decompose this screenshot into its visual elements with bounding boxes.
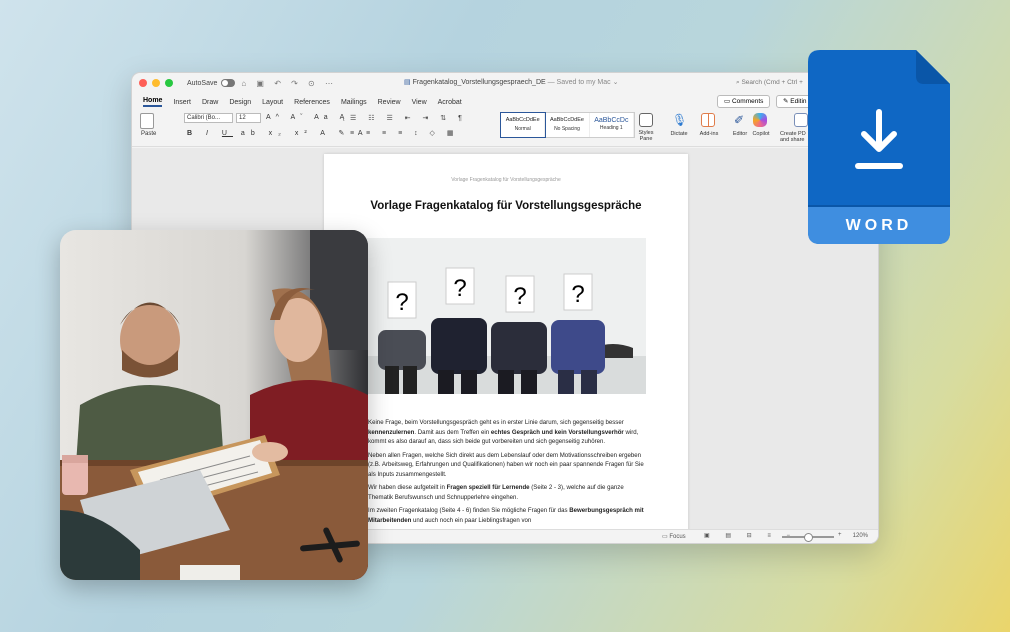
- comment-icon: ▭: [724, 98, 731, 105]
- zoom-level[interactable]: 120%: [853, 533, 868, 539]
- question-mark-people-image: ? ? ? ?: [363, 238, 646, 394]
- document-title[interactable]: ▤ Fragenkatalog_Vorstellungsgespraech_DE…: [404, 78, 618, 86]
- add-ins-label: Add-ins: [699, 131, 719, 137]
- focus-button[interactable]: ▭ Focus: [662, 533, 686, 540]
- bold-run: Fragen speziell für Lernende: [446, 484, 530, 491]
- style-name: Normal: [514, 126, 531, 132]
- create-pdf-icon[interactable]: [794, 113, 808, 127]
- text-run: und auch noch ein paar Lieblingsfragen v…: [411, 516, 532, 524]
- paste-label: Paste: [141, 131, 157, 137]
- text-run: Keine Frage, beim Vorstellungsgespräch g…: [368, 419, 624, 426]
- document-page[interactable]: Vorlage Fragenkatalog für Vorstellungsge…: [324, 154, 688, 543]
- tab-mailings[interactable]: Mailings: [341, 99, 367, 106]
- svg-text:?: ?: [571, 281, 584, 308]
- autosave-toggle[interactable]: [221, 79, 236, 87]
- styles-pane-label: Styles Pane: [638, 130, 654, 142]
- tab-draw[interactable]: Draw: [202, 99, 218, 106]
- document-body: Keine Frage, beim Vorstellungsgespräch g…: [368, 418, 648, 529]
- svg-text:?: ?: [513, 283, 526, 310]
- copilot-label: Copilot: [752, 131, 770, 137]
- font-size-buttons[interactable]: A^ Aˇ Aa Ą: [266, 114, 349, 121]
- tab-home[interactable]: Home: [143, 97, 163, 107]
- copilot-icon[interactable]: [753, 113, 767, 127]
- interview-photo: [60, 230, 368, 580]
- ribbon: Paste Calibri (Bo... 12 A^ Aˇ Aa Ą B I U…: [132, 109, 878, 147]
- style-name: No Spacing: [554, 126, 580, 132]
- focus-label: Focus: [669, 534, 686, 540]
- doc-title-text: Fragenkatalog_Vorstellungsgespraech_DE: [412, 79, 546, 86]
- close-button[interactable]: [139, 79, 147, 87]
- paste-icon[interactable]: [140, 113, 154, 129]
- svg-text:?: ?: [395, 289, 408, 316]
- style-name: Heading 1: [599, 125, 623, 131]
- tab-layout[interactable]: Layout: [262, 99, 283, 106]
- document-title-heading: Vorlage Fragenkatalog für Vorstellungsge…: [370, 200, 642, 212]
- style-no-spacing[interactable]: AaBbCcDdEe No Spacing: [545, 113, 590, 137]
- paragraph-4: Im zweiten Fragenkatalog (Seite 4 - 6) f…: [368, 506, 648, 525]
- text-run: Im zweiten Fragenkatalog (Seite 4 - 6) f…: [368, 507, 570, 514]
- tab-acrobat[interactable]: Acrobat: [438, 99, 462, 106]
- comments-button[interactable]: ▭ Comments: [717, 95, 771, 108]
- text-run: . Damit aus dem Treffen ein: [414, 428, 491, 436]
- style-preview: AaBbCcDdEe: [550, 117, 584, 123]
- font-size-select[interactable]: 12: [236, 113, 261, 123]
- dictate-label: Dictate: [670, 131, 688, 137]
- paragraph-2: Neben allen Fragen, welche Sich direkt a…: [368, 451, 644, 478]
- zoom-in-icon[interactable]: +: [838, 532, 842, 538]
- bold-run: echtes Gespräch und kein Vorstellungsver…: [490, 428, 624, 436]
- tab-insert[interactable]: Insert: [173, 99, 191, 106]
- style-heading-1[interactable]: AaBbCcDc Heading 1: [590, 113, 634, 137]
- styles-gallery: AaBbCcDdEe Normal AaBbCcDdEe No Spacing …: [499, 112, 635, 138]
- format-buttons[interactable]: B I U ab x₂ x² A ✎ A: [187, 129, 369, 137]
- add-ins-icon[interactable]: [701, 113, 715, 127]
- autosave-label: AutoSave: [187, 79, 218, 87]
- style-normal[interactable]: AaBbCcDdEe Normal: [499, 112, 547, 138]
- styles-pane-icon[interactable]: [639, 113, 653, 127]
- quick-access-icons[interactable]: ⌂ ▣ ↶ ↷ ⊙ ⋯: [241, 79, 337, 88]
- page-header: Vorlage Fragenkatalog für Vorstellungsge…: [451, 177, 561, 183]
- search-box[interactable]: ⌕ Search (Cmd + Ctrl +: [736, 79, 803, 87]
- svg-text:?: ?: [453, 275, 466, 302]
- text-run: Wir haben diese aufgeteilt in: [368, 484, 447, 491]
- title-bar: AutoSave ⌂ ▣ ↶ ↷ ⊙ ⋯ ▤ Fragenkatalog_Vor…: [132, 73, 878, 93]
- alignment-buttons[interactable]: ≡ ≡ ≡ ≡ ↕ ◇ ▦: [350, 129, 459, 137]
- style-preview: AaBbCcDdEe: [505, 117, 540, 123]
- minimize-button[interactable]: [152, 79, 160, 87]
- paragraph-3: Wir haben diese aufgeteilt in Fragen spe…: [368, 483, 648, 502]
- tab-review[interactable]: Review: [378, 99, 401, 106]
- word-label: WORD: [846, 217, 913, 234]
- tab-references[interactable]: References: [294, 99, 330, 106]
- word-download-badge[interactable]: WORD: [808, 50, 950, 244]
- paragraph-1: Keine Frage, beim Vorstellungsgespräch g…: [368, 418, 648, 447]
- comments-label: Comments: [731, 98, 764, 105]
- saved-status: — Saved to my Mac ⌄: [545, 79, 619, 86]
- zoom-button[interactable]: [165, 79, 173, 87]
- style-preview: AaBbCcDc: [594, 117, 629, 124]
- search-icon: ⌕: [736, 79, 740, 86]
- pencil-icon: ✎: [783, 98, 789, 105]
- font-name-select[interactable]: Calibri (Bo...: [184, 113, 233, 123]
- search-placeholder: Search (Cmd + Ctrl +: [741, 79, 803, 86]
- tab-design[interactable]: Design: [229, 99, 251, 106]
- editor-icon[interactable]: ✐: [732, 113, 746, 127]
- window-controls: [139, 79, 173, 87]
- list-buttons[interactable]: ☰ ☷ ☰ ⇤ ⇥ ⇅ ¶: [350, 114, 467, 122]
- tab-view[interactable]: View: [412, 99, 427, 106]
- editing-label: Editin: [790, 98, 807, 105]
- bold-run: kennenzulernen: [368, 428, 415, 436]
- word-doc-icon: ▤: [404, 79, 411, 86]
- microphone-icon[interactable]: 🎙: [672, 113, 687, 127]
- zoom-slider[interactable]: [782, 533, 834, 542]
